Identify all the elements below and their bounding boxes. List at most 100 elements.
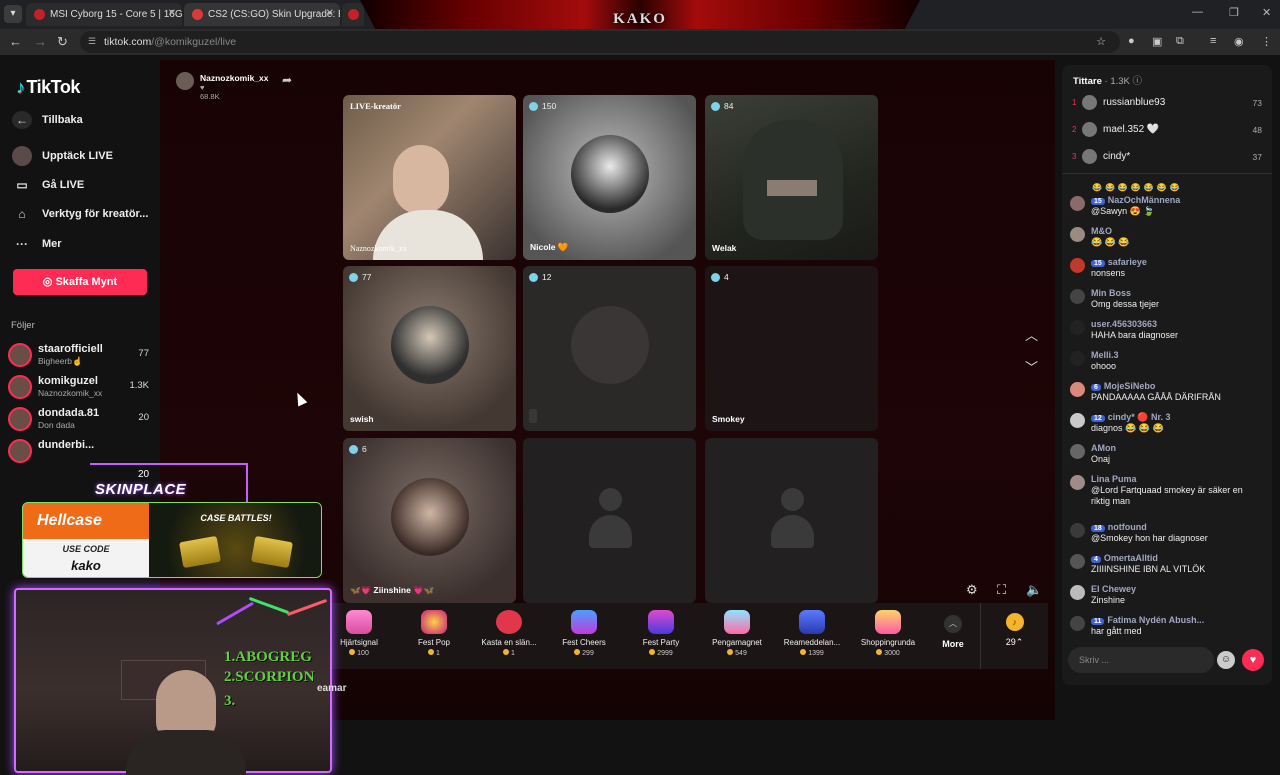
browser-tab-tiktok[interactable] — [342, 3, 364, 26]
following-item[interactable]: dondada.81 Don dada 20 — [8, 405, 153, 433]
following-item[interactable]: dunderbi... — [8, 437, 153, 465]
chevron-down-icon[interactable]: ﹀ — [1025, 357, 1038, 376]
close-window-icon[interactable]: ✕ — [1262, 6, 1271, 19]
guest-video-host[interactable]: LIVE-kreatör Naznozkomik_xx — [343, 95, 516, 260]
avatar — [1082, 95, 1097, 110]
stream-banner: KAKO — [360, 0, 920, 32]
placeholder-person-icon — [589, 488, 632, 550]
chat-username[interactable]: 4 OmertaAlltid — [1091, 553, 1158, 563]
avatar[interactable] — [1070, 382, 1085, 397]
gift-item[interactable]: Fest Party 2999 — [625, 610, 697, 657]
chat-username[interactable]: Lina Puma — [1091, 474, 1137, 484]
url-input[interactable]: ☰ tiktok.com/@komikguzel/live ☆ — [80, 31, 1120, 53]
chat-username[interactable]: 15 NazOchMännena — [1091, 195, 1180, 205]
reload-icon[interactable]: ↻ — [57, 34, 68, 50]
forward-arrow-icon[interactable]: → — [34, 34, 47, 49]
avatar[interactable] — [1070, 475, 1085, 490]
back-arrow-icon[interactable]: ← — [9, 34, 22, 49]
top-viewer[interactable]: 1 russianblue93 73 — [1072, 95, 1262, 115]
avatar[interactable] — [1070, 227, 1085, 242]
nav-discover-live[interactable]: Upptäck LIVE — [12, 145, 113, 167]
reading-list-icon[interactable]: ≡ — [1210, 35, 1216, 47]
info-icon[interactable]: ⓘ — [1133, 76, 1143, 87]
chat-username[interactable]: Melli.3 — [1091, 350, 1119, 360]
promo-code: kako — [71, 558, 101, 573]
avatar[interactable] — [1070, 413, 1085, 428]
avatar[interactable] — [1070, 351, 1085, 366]
browser-tab-msi[interactable]: MSI Cyborg 15 - Core 5 | 16GB ✕ — [26, 3, 182, 26]
avatar[interactable] — [1070, 444, 1085, 459]
gift-item[interactable]: Fest Pop 1 — [398, 610, 470, 657]
browser-tab-cs2[interactable]: CS2 (CS:GO) Skin Upgrade: Ele ✕ — [184, 3, 340, 26]
chat-username[interactable]: 6 MojeSiNebo — [1091, 381, 1155, 391]
chat-username[interactable]: 12 cindy* 🔴 Nr. 3 — [1091, 412, 1171, 423]
close-icon[interactable]: ✕ — [326, 8, 334, 19]
share-icon[interactable]: ➦ — [282, 73, 292, 87]
gift-item[interactable]: Kasta en slän... 1 — [473, 610, 545, 657]
nav-creator-tools[interactable]: ⌂ Verktyg för kreatör... — [12, 203, 148, 225]
tiktok-logo[interactable]: ♪ TikTok — [16, 77, 80, 98]
gift-item[interactable]: Reameddelan... 1399 — [776, 610, 848, 657]
chat-username[interactable]: 11 Fatima Nydén Abush... — [1091, 615, 1204, 625]
guest-slot-empty[interactable] — [705, 438, 878, 603]
following-item[interactable]: staarofficiell Bigheerb☝️ 77 — [8, 341, 153, 369]
gift-item[interactable]: Hjärtsignal 100 — [323, 610, 395, 657]
nav-go-live[interactable]: ▭ Gå LIVE — [12, 174, 84, 196]
heart-icon[interactable]: ♥ — [1242, 649, 1264, 671]
chat-username[interactable]: 15 safarieye — [1091, 257, 1147, 267]
guest-video-swish[interactable]: 77 swish — [343, 266, 516, 431]
chest-icon — [251, 535, 293, 569]
back-button[interactable]: ← Tillbaka — [12, 109, 83, 131]
guest-video-welak[interactable]: 84 Welak — [705, 95, 878, 260]
avatar[interactable] — [1070, 196, 1085, 211]
gift-item[interactable]: Shoppingrunda 3000 — [852, 610, 924, 657]
fullscreen-icon[interactable]: ⛶ — [997, 582, 1006, 598]
diamond-icon — [529, 101, 538, 111]
emoji-icon[interactable]: ☺ — [1217, 651, 1235, 669]
screenshot-icon[interactable]: ▣ — [1152, 35, 1162, 48]
gift-item[interactable]: Pengamagnet 549 — [701, 610, 773, 657]
chat-username[interactable]: Min Boss — [1091, 288, 1131, 298]
avatar[interactable] — [1070, 523, 1085, 538]
guest-video-nicole[interactable]: 150 Nicole 🧡 — [523, 95, 696, 260]
avatar[interactable] — [1070, 585, 1085, 600]
skinplace-logo: SKINPLACE — [95, 481, 187, 498]
chat-username[interactable]: AMon — [1091, 443, 1116, 453]
close-icon[interactable]: ✕ — [168, 8, 176, 19]
get-coins-button[interactable]: ◎ Skaffa Mynt — [13, 269, 147, 295]
chevron-up-icon[interactable]: ︿ — [1025, 325, 1038, 344]
bookmark-star-icon[interactable]: ☆ — [1096, 35, 1106, 48]
guest-video-smokey[interactable]: 4 Smokey — [705, 266, 878, 431]
avatar[interactable] — [1070, 616, 1085, 631]
tab-search-icon[interactable]: ▾ — [4, 5, 22, 23]
chat-username[interactable]: 18 notfound — [1091, 522, 1147, 532]
chat-username[interactable]: M&O — [1091, 226, 1112, 236]
chat-username[interactable]: user.456303663 — [1091, 319, 1157, 329]
more-gifts-button[interactable]: ︿ More — [938, 615, 968, 649]
coin-balance[interactable]: ♪ 29⌃ — [980, 603, 1048, 669]
chat-input[interactable]: Skriv ... — [1068, 647, 1214, 673]
settings-icon[interactable]: ⚙ — [966, 582, 978, 598]
profile-avatar-icon[interactable]: ◉ — [1234, 35, 1244, 48]
top-viewer[interactable]: 3 cindy* 37 — [1072, 149, 1262, 169]
top-viewer[interactable]: 2 mael.352 🤍 48 — [1072, 122, 1262, 142]
following-item[interactable]: komikguzel Naznozkomik_xx 1.3K — [8, 373, 153, 401]
browser-menu-icon[interactable]: ⋮ — [1261, 35, 1272, 48]
minimize-icon[interactable]: — — [1192, 6, 1203, 18]
avatar[interactable] — [1070, 289, 1085, 304]
guest-video-empty[interactable]: 12 — [523, 266, 696, 431]
guest-video-ziinshine[interactable]: 6 🦋💗 Ziinshine 💗🦋 — [343, 438, 516, 603]
guest-slot-empty[interactable] — [523, 438, 696, 603]
chat-username[interactable]: El Chewey — [1091, 584, 1136, 594]
avatar[interactable] — [1070, 320, 1085, 335]
nav-more[interactable]: ··· Mer — [12, 233, 62, 255]
microphone-icon[interactable]: ● — [1128, 35, 1135, 47]
extensions-icon[interactable]: ⧉ — [1176, 35, 1184, 48]
promo-code-box: Hellcase USE CODE kako — [23, 503, 149, 577]
volume-icon[interactable]: 🔈 — [1026, 582, 1042, 598]
maximize-icon[interactable]: ❐ — [1229, 6, 1239, 19]
gift-item[interactable]: Fest Cheers 299 — [548, 610, 620, 657]
avatar[interactable] — [1070, 258, 1085, 273]
site-info-icon[interactable]: ☰ — [88, 36, 96, 47]
avatar[interactable] — [1070, 554, 1085, 569]
